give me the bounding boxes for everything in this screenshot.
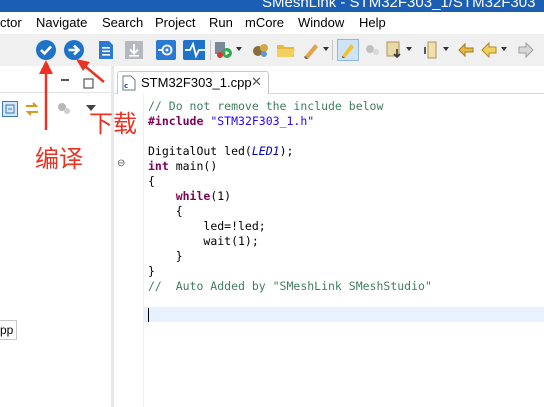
download-arrow bbox=[76, 59, 105, 83]
compile-arrow bbox=[39, 60, 53, 130]
compile-annotation: 编译 bbox=[35, 145, 83, 173]
download-annotation: 下载 bbox=[89, 110, 137, 138]
annotation-arrows bbox=[39, 59, 105, 130]
